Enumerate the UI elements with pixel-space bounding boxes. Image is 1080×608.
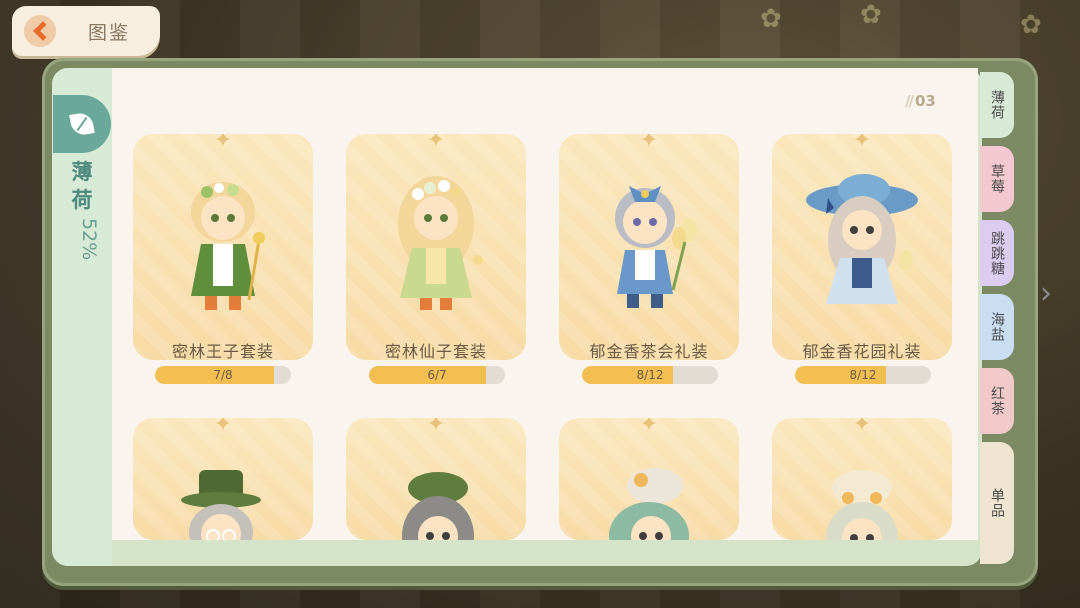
tab-popping-candy[interactable]: 跳跳糖 (980, 220, 1014, 286)
card-ornament-icon: ✦ (213, 134, 233, 153)
outfit-card[interactable]: ✦ 密林王子套装 (133, 134, 313, 360)
tab-label: 海盐 (989, 312, 1005, 342)
card-ornament-icon: ✦ (852, 418, 872, 437)
outfit-name: 密林王子套装 (171, 342, 274, 360)
outfit-name: 密林仙子套装 (384, 342, 487, 360)
back-arrow-icon (24, 15, 56, 47)
progress-text: 8/12 (849, 368, 877, 382)
outfit-name: 郁金香花园礼装 (802, 342, 922, 360)
outfit-progress-bar: 8/12 (795, 366, 931, 384)
outfit-name: 郁金香茶会礼装 (589, 342, 709, 360)
outfit-card[interactable]: ✦ (346, 418, 526, 540)
progress-text: 6/7 (427, 368, 447, 382)
tab-black-tea[interactable]: 红茶 (980, 368, 1014, 434)
card-ornament-icon: ✦ (639, 134, 659, 153)
outfit-illustration (806, 174, 918, 304)
page-number: 03 (905, 92, 936, 110)
tab-single-items[interactable]: 单品 (980, 442, 1014, 564)
outfit-illustration (609, 468, 689, 540)
outfit-card[interactable]: ✦ 密林仙子套装 (346, 134, 526, 360)
tab-label: 红茶 (989, 386, 1005, 416)
outfit-progress-bar: 7/8 (155, 366, 291, 384)
card-ornament-icon: ✦ (426, 418, 446, 437)
progress-text: 8/12 (636, 368, 664, 382)
outfit-illustration (191, 182, 265, 310)
flower-decoration-icon: ✿ (760, 4, 782, 34)
flower-decoration-icon: ✿ (860, 0, 882, 30)
outfit-card[interactable]: ✦ 郁金香茶会礼装 (559, 134, 739, 360)
flower-decoration-icon: ✿ (1020, 10, 1042, 40)
back-button[interactable]: 图鉴 (12, 6, 160, 56)
tab-mint[interactable]: 薄荷 (980, 72, 1014, 138)
card-ornament-icon: ✦ (639, 418, 659, 437)
leaf-icon (69, 111, 95, 137)
card-ornament-icon: ✦ (213, 418, 233, 437)
tab-label: 草莓 (989, 164, 1005, 194)
outfit-progress-bar: 8/12 (582, 366, 718, 384)
page-title: 图鉴 (88, 21, 131, 44)
category-name: 薄荷 (71, 160, 93, 212)
tab-sea-salt[interactable]: 海盐 (980, 294, 1014, 360)
progress-text: 7/8 (213, 368, 233, 382)
outfit-progress-bar: 6/7 (369, 366, 505, 384)
card-ornament-icon: ✦ (426, 134, 446, 153)
outfit-card[interactable]: ✦ 郁金香花园礼装 (772, 134, 952, 360)
card-ornament-icon: ✦ (852, 134, 872, 153)
outfit-card[interactable]: ✦ (559, 418, 739, 540)
tab-label: 薄荷 (989, 90, 1005, 120)
tab-label: 单品 (989, 488, 1005, 518)
outfit-illustration (398, 176, 483, 310)
outfit-card[interactable]: ✦ (772, 418, 952, 540)
category-percent: 52% (78, 218, 100, 261)
outfit-illustration (615, 186, 697, 308)
tab-label: 跳跳糖 (989, 230, 1005, 276)
outfit-illustration (181, 470, 261, 540)
next-page-arrow-icon[interactable]: › (1040, 276, 1064, 316)
category-tab-mint[interactable] (53, 95, 111, 153)
tab-strawberry[interactable]: 草莓 (980, 146, 1014, 212)
outfit-illustration (826, 470, 898, 540)
outfit-card[interactable]: ✦ (133, 418, 313, 540)
outfit-illustration (402, 472, 474, 540)
